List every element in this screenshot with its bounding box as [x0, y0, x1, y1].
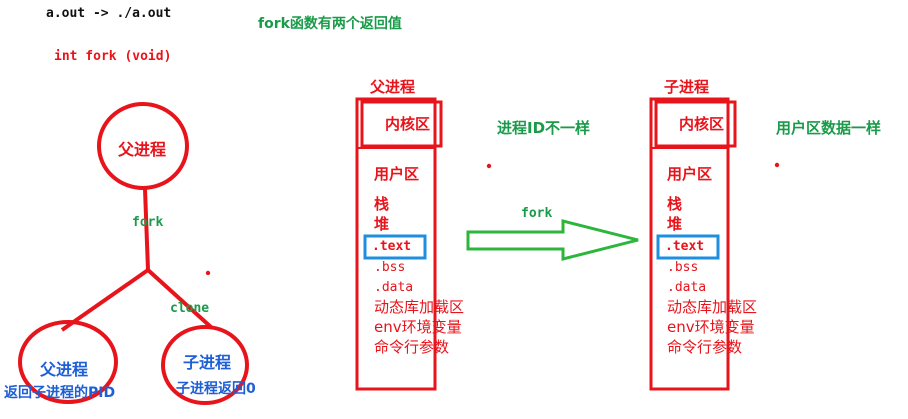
fork-returns-note: fork函数有两个返回值 — [258, 16, 402, 32]
tree-fork-label: fork — [132, 215, 164, 230]
right-user-label: 用户区 — [667, 165, 713, 183]
left-args-label: 命令行参数 — [374, 338, 450, 356]
tree-child-parent-caption: 返回子进程的PID — [4, 385, 116, 401]
dot-marker — [486, 163, 492, 169]
left-data-segment: .data — [374, 280, 414, 295]
tree-child-caption: 子进程返回0 — [176, 381, 256, 397]
tree-clone-label: clone — [170, 301, 210, 316]
left-user-label: 用户区 — [374, 165, 420, 183]
pid-differs-note: 进程ID不一样 — [497, 119, 591, 137]
right-kernel-label: 内核区 — [679, 115, 725, 133]
branch-right-line — [146, 268, 214, 330]
right-text-segment: .text — [665, 239, 705, 254]
left-env-label: env环境变量 — [374, 318, 462, 336]
left-dynlib-label: 动态库加载区 — [374, 298, 465, 316]
dot-marker — [205, 270, 211, 276]
right-memory-title: 子进程 — [664, 78, 710, 96]
left-text-segment: .text — [372, 239, 412, 254]
dot-marker — [774, 162, 780, 168]
tree-child-parent-label: 父进程 — [40, 360, 89, 379]
right-heap-label: 堆 — [667, 215, 683, 233]
right-dynlib-label: 动态库加载区 — [667, 298, 758, 316]
tree-child-label: 子进程 — [183, 353, 232, 372]
right-data-segment: .data — [667, 280, 707, 295]
fork-signature: int fork (void) — [54, 49, 172, 64]
aout-command: a.out -> ./a.out — [46, 6, 172, 21]
left-bss-segment: .bss — [374, 260, 406, 275]
right-args-label: 命令行参数 — [667, 338, 743, 356]
left-heap-label: 堆 — [374, 215, 390, 233]
tree-parent-label: 父进程 — [118, 140, 167, 159]
user-same-note: 用户区数据一样 — [776, 119, 882, 137]
left-memory-title: 父进程 — [370, 78, 416, 96]
left-kernel-label: 内核区 — [385, 115, 431, 133]
fork-arrow-icon — [466, 219, 639, 261]
right-env-label: env环境变量 — [667, 318, 755, 336]
fork-arrow-label: fork — [521, 206, 553, 221]
left-stack-label: 栈 — [374, 195, 390, 213]
right-bss-segment: .bss — [667, 260, 699, 275]
right-stack-label: 栈 — [667, 195, 683, 213]
